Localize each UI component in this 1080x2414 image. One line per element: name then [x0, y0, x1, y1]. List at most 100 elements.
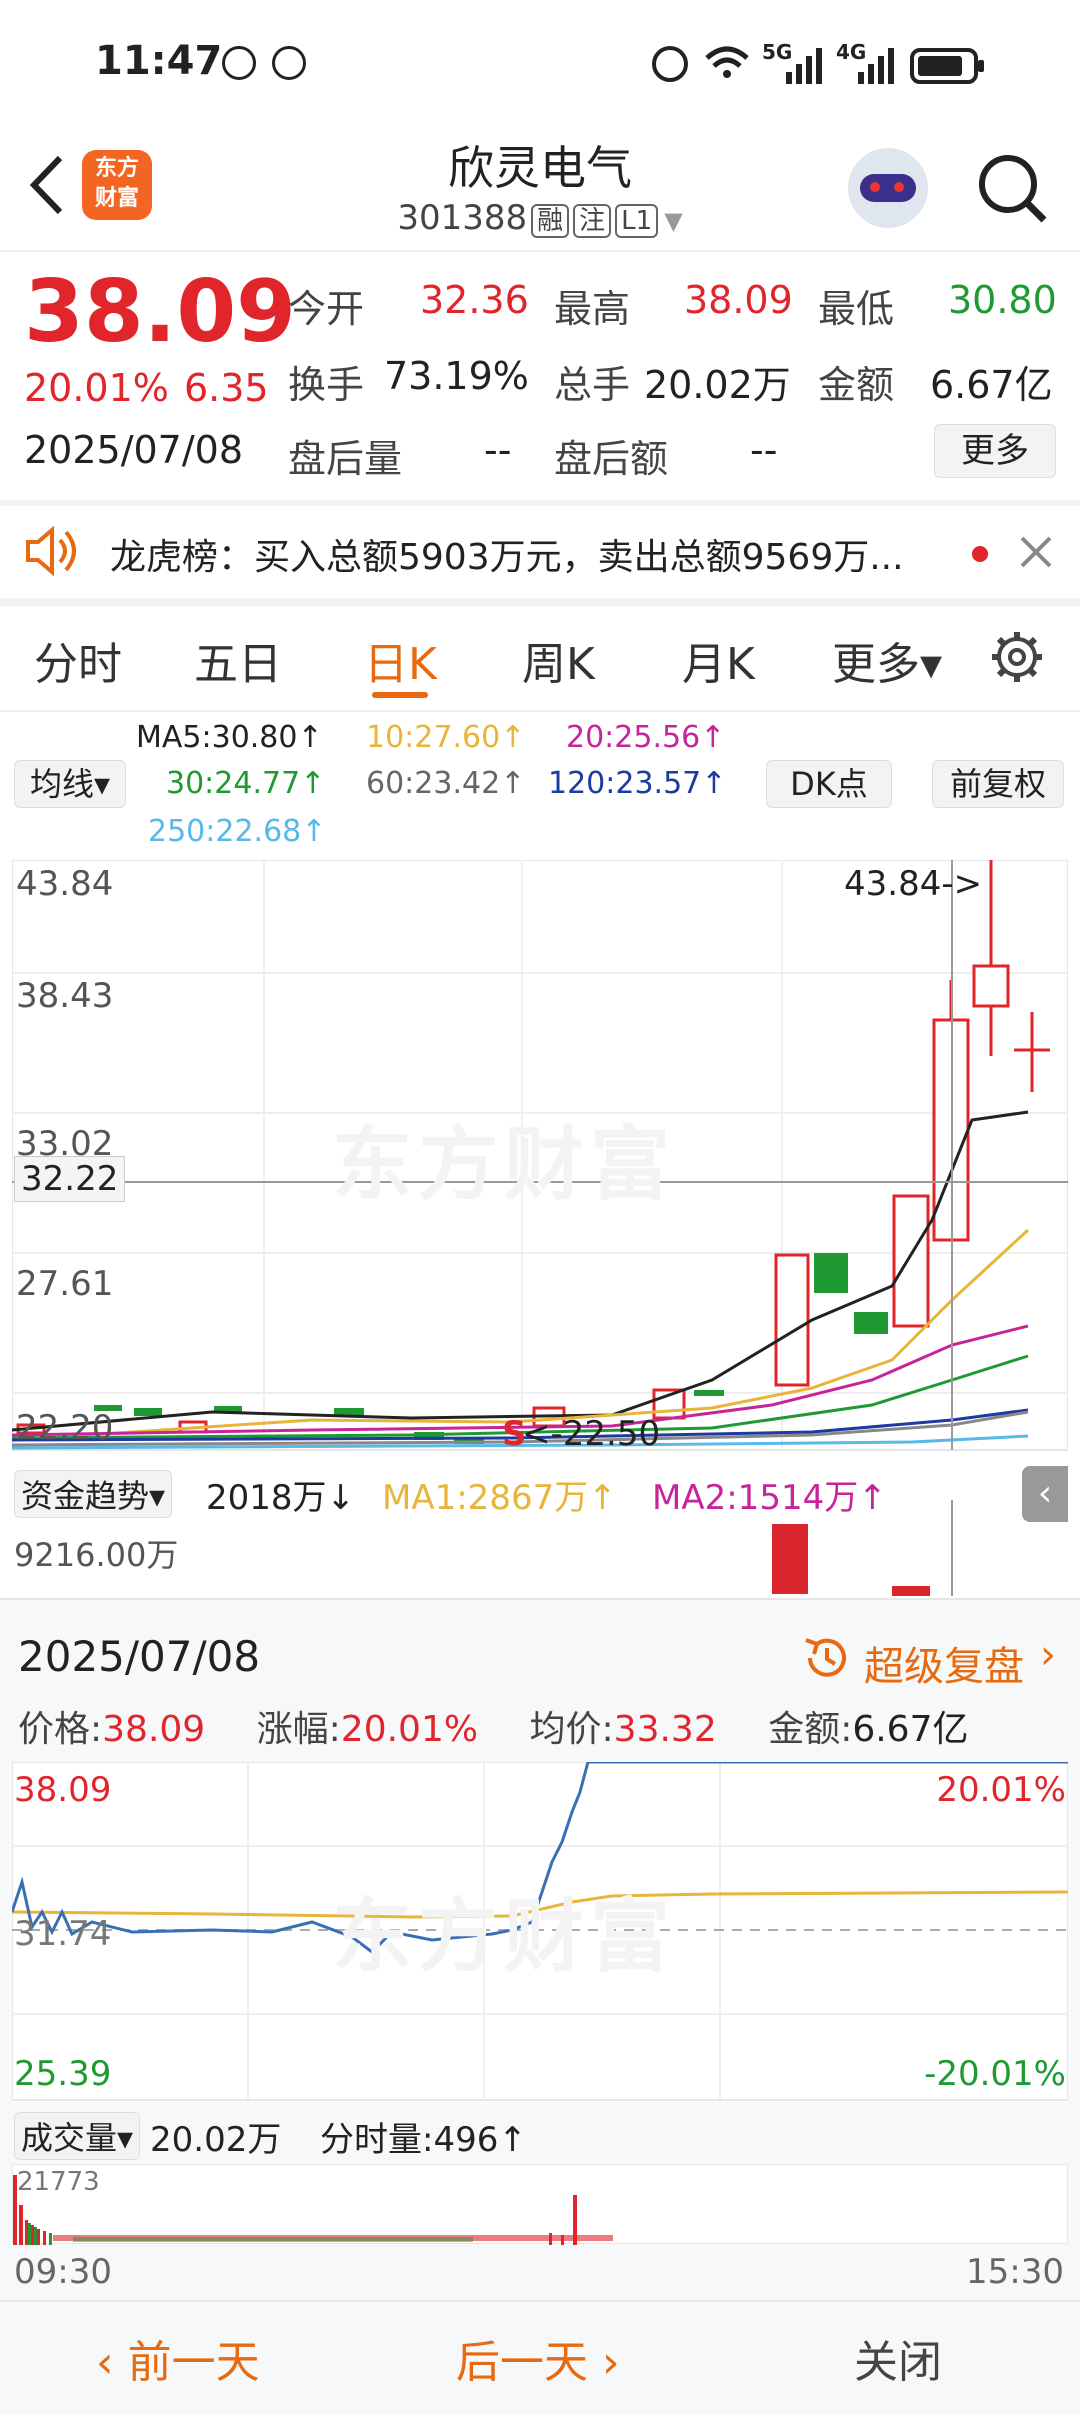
- high-label: 最高: [554, 287, 631, 331]
- stock-code: 301388: [397, 198, 528, 238]
- volume-value: 20.02万: [644, 363, 791, 407]
- volume-label: 总手: [554, 363, 631, 407]
- fund-trend-value: 2018万↓: [206, 1478, 356, 1518]
- ma250-legend: 250:22.68↑: [148, 814, 327, 849]
- globe-icon: [272, 46, 306, 80]
- change-value: 20.01%: [340, 1709, 479, 1750]
- fund-trend-selector[interactable]: 资金趋势▾: [14, 1470, 173, 1518]
- chevron-right-icon: ›: [588, 2337, 620, 2388]
- volume-chart: 21773: [12, 2164, 1068, 2245]
- ma120-legend: 120:23.57↑: [548, 766, 727, 801]
- panel-price-row: 价格:38.09 涨幅:20.01% 均价:33.32 金额:6.67亿: [18, 1700, 969, 1752]
- ma10-legend: 10:27.60↑: [366, 720, 526, 755]
- amount-value-panel: 6.67亿: [852, 1709, 969, 1750]
- tab-five-day[interactable]: 五日: [194, 628, 282, 692]
- change-amount: 6.35: [184, 366, 269, 410]
- low-label: 最低: [818, 287, 895, 331]
- dk-point-button[interactable]: DK点: [766, 760, 892, 808]
- signal-5g-bars-icon: [786, 46, 826, 88]
- adjust-button[interactable]: 前复权: [932, 760, 1064, 808]
- kline-y-label: 38.43: [16, 976, 114, 1016]
- turnover-value: 73.19%: [384, 354, 529, 398]
- tab-intraday[interactable]: 分时: [34, 628, 122, 692]
- low-marker: <-22.50: [522, 1414, 661, 1454]
- avg-value: 33.32: [613, 1709, 717, 1750]
- low-value: 30.80: [948, 278, 1057, 322]
- intraday-watermark: 东方财富: [332, 1890, 676, 1983]
- intraday-bottom-pct: -20.01%: [924, 2054, 1066, 2094]
- kline-chart[interactable]: 东方财富 43.84 38.43 33.02 27.61 22.20 32.22…: [12, 860, 1068, 1460]
- tab-more[interactable]: 更多▾: [832, 628, 942, 692]
- tab-monthly-k[interactable]: 月K: [682, 628, 755, 692]
- after-amount-value: --: [750, 428, 778, 472]
- price-label: 价格:: [18, 1709, 103, 1750]
- amount-label-panel: 金额:: [768, 1709, 853, 1750]
- volume-scale-label: 21773: [17, 2167, 100, 2197]
- ma60-legend: 60:23.42↑: [366, 766, 526, 801]
- fund-scale-label: 9216.00万: [14, 1536, 179, 1574]
- change-percent: 20.01%: [24, 366, 169, 410]
- caret-down-icon: ▼: [664, 207, 683, 235]
- end-time-label: 15:30: [966, 2252, 1064, 2292]
- robot-avatar[interactable]: [848, 148, 928, 228]
- ma-selector[interactable]: 均线▾: [14, 760, 126, 808]
- quote-date: 2025/07/08: [24, 428, 244, 472]
- close-button[interactable]: 关闭: [854, 2326, 942, 2390]
- clock: 11:47: [95, 38, 223, 84]
- margin-badge: 融: [531, 204, 570, 238]
- after-volume-label: 盘后量: [288, 437, 403, 481]
- wifi-icon: [704, 44, 750, 80]
- next-day-label: 后一天: [456, 2337, 588, 2388]
- settings-gear-icon[interactable]: [990, 630, 1044, 688]
- ma5-legend: MA5:30.80↑: [136, 720, 323, 755]
- alarm-icon: [652, 46, 688, 82]
- tab-daily-k[interactable]: 日K: [364, 628, 437, 692]
- intraday-mid-price: 31.74: [14, 1914, 112, 1954]
- more-button[interactable]: 更多: [934, 424, 1056, 478]
- battery-icon: [910, 48, 986, 88]
- kline-y-label: 27.61: [16, 1264, 114, 1304]
- fund-ma2: MA2:1514万↑: [652, 1478, 887, 1518]
- super-replay-link[interactable]: 超级复盘: [864, 1634, 1024, 1692]
- kline-y-label: 22.20: [16, 1408, 114, 1448]
- start-time-label: 09:30: [14, 2252, 112, 2292]
- chevron-right-icon[interactable]: ›: [1040, 1632, 1056, 1678]
- chevron-left-icon: ‹: [96, 2337, 128, 2388]
- replay-clock-icon[interactable]: [800, 1632, 852, 1688]
- high-value: 38.09: [684, 278, 793, 322]
- cursor-price-label: 32.22: [14, 1156, 126, 1202]
- notice-dot: [972, 546, 988, 562]
- registration-badge: 注: [573, 204, 612, 238]
- avg-label: 均价:: [529, 1709, 614, 1750]
- hand-icon: [222, 46, 256, 80]
- kline-watermark: 东方财富: [332, 1118, 676, 1211]
- signal-4g-bars-icon: [858, 46, 898, 88]
- tab-active-indicator: [372, 692, 428, 698]
- volume-total: 20.02万: [150, 2120, 282, 2160]
- notice-text[interactable]: 龙虎榜：买入总额5903万元，卖出总额9569万...: [110, 528, 904, 580]
- amount-label: 金额: [818, 363, 895, 407]
- open-label: 今开: [288, 287, 365, 331]
- status-bar: 11:47 5G 4G: [0, 0, 1080, 130]
- ma30-legend: 30:24.77↑: [166, 766, 326, 801]
- crosshair-line: [951, 1500, 953, 1596]
- level-badge: L1: [615, 204, 659, 238]
- prev-day-button[interactable]: ‹ 前一天: [96, 2326, 260, 2390]
- collapse-panel-button[interactable]: ‹: [1022, 1466, 1068, 1522]
- high-marker: 43.84->: [844, 864, 983, 904]
- search-icon[interactable]: [976, 152, 1048, 224]
- turnover-label: 换手: [288, 363, 365, 407]
- change-label: 涨幅:: [256, 1709, 341, 1750]
- dk-point-marker: S: [502, 1414, 527, 1454]
- panel-date: 2025/07/08: [18, 1632, 261, 1681]
- after-amount-label: 盘后额: [554, 437, 669, 481]
- intraday-top-price: 38.09: [14, 1770, 112, 1810]
- kline-y-label: 43.84: [16, 864, 114, 904]
- speaker-icon[interactable]: [24, 525, 80, 580]
- next-day-button[interactable]: 后一天 ›: [456, 2326, 620, 2390]
- intraday-chart[interactable]: 东方财富 38.09 20.01% 31.74 25.39 -20.01%: [12, 1762, 1068, 2102]
- volume-selector[interactable]: 成交量▾: [14, 2112, 141, 2160]
- intraday-bottom-price: 25.39: [14, 2054, 112, 2094]
- tab-weekly-k[interactable]: 周K: [522, 628, 595, 692]
- close-notice-icon[interactable]: [1018, 534, 1054, 574]
